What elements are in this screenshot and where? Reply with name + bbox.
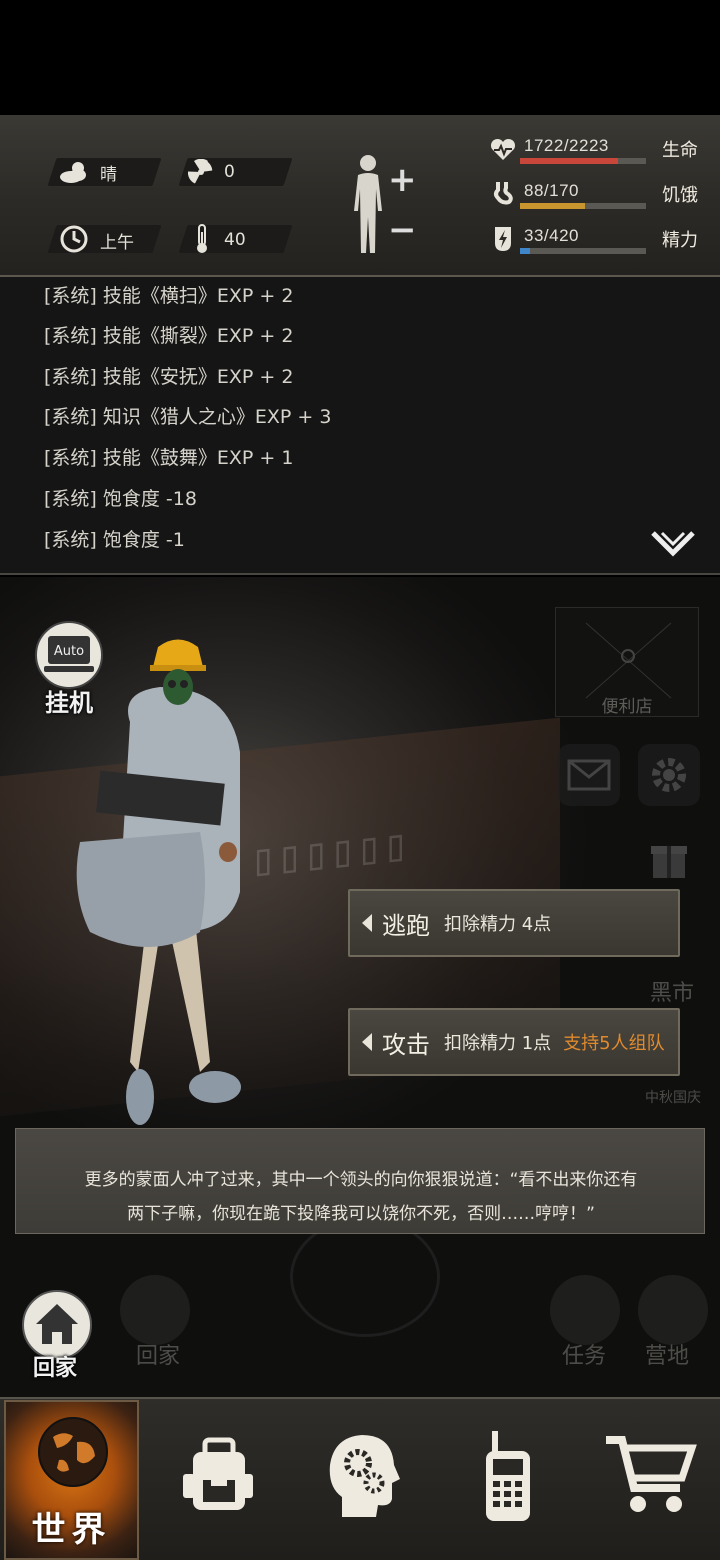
dialog-line-2: 两下子嘛，你现在跪下投降我可以饶你不死，否则……哼哼！” [127,1204,595,1224]
plus-icon[interactable]: + [388,163,417,197]
flee-action-button[interactable]: 逃跑 扣除精力 4点 [348,889,680,957]
hunger-bar [520,203,646,209]
log-line: [系统] 技能《鼓舞》EXP + 1 [44,447,294,469]
hunger-label: 饥饿 [662,185,698,206]
status-bar-area [0,0,720,115]
radiation-icon [186,157,216,187]
stomach-icon [488,179,518,209]
camp-label[interactable]: 营地 [645,1338,689,1370]
flee-action-name: 逃跑 [382,911,430,940]
left-arrow-icon [362,1033,372,1051]
minus-icon[interactable]: − [388,213,417,247]
task-label[interactable]: 任务 [562,1338,606,1370]
hunger-value: 88/170 [524,181,579,200]
log-line: [系统] 技能《安抚》EXP + 2 [44,366,294,388]
nav-world-label[interactable]: 世界 [4,1502,139,1551]
gear-icon[interactable] [638,744,700,806]
energy-icon [488,224,518,254]
energy-bar [520,248,646,254]
attack-action-button[interactable]: 攻击 扣除精力 1点 支持5人组队 [348,1008,680,1076]
mail-icon[interactable] [558,744,620,806]
skills-head-icon[interactable] [312,1420,412,1530]
auto-mode-button[interactable]: Auto [34,620,104,690]
clock-icon [58,223,90,255]
log-line: [系统] 饱食度 -18 [44,488,197,510]
task-button[interactable] [550,1275,620,1345]
attack-action-name: 攻击 [382,1030,430,1059]
festival-label[interactable]: 中秋国庆 [645,1087,701,1107]
black-market-label[interactable]: 黑市 [650,975,694,1007]
heart-icon [488,135,518,165]
health-value: 1722/2223 [524,136,609,155]
auto-icon-text: Auto [54,644,84,659]
location-label: 便利店 [601,697,653,717]
auto-mode-label[interactable]: 挂机 [34,683,104,718]
dialog-line-1: 更多的蒙面人冲了过来，其中一个领头的向你狠狠说道：“看不出来你还有 [84,1170,638,1190]
expand-log-chevron-icon[interactable] [650,529,696,559]
globe-icon [38,1417,108,1487]
energy-value: 33/420 [524,226,579,245]
temperature-value: 40 [224,230,246,250]
log-line: [系统] 知识《猎人之心》EXP + 3 [44,406,332,428]
radar-ring [290,1217,440,1337]
encounter-scene: ▯▯▯▯▯▯ 便利店 黑市 中秋国庆 [0,577,720,1397]
story-dialog: 更多的蒙面人冲了过来，其中一个领头的向你狠狠说道：“看不出来你还有 两下子嘛，你… [15,1128,705,1234]
home-label[interactable]: 回家 [33,1350,77,1382]
attack-team-note: 支持5人组队 [563,1033,665,1054]
camp-button[interactable] [638,1275,708,1345]
log-line: [系统] 技能《横扫》EXP + 2 [44,285,294,307]
energy-label: 精力 [662,230,698,251]
house-icon [36,1304,78,1344]
weather-sun-cloud-icon [58,157,90,187]
weather-value: 晴 [100,164,117,185]
health-label: 生命 [662,140,698,161]
flee-action-cost: 扣除精力 4点 [444,914,552,935]
message-log[interactable]: [系统] 技能《横扫》EXP + 2 [系统] 技能《撕裂》EXP + 2 [系… [0,277,720,575]
home-faint-label: 回家 [136,1344,181,1369]
home-faint-button [120,1275,190,1345]
radio-icon[interactable] [458,1420,558,1530]
body-status-figure-icon[interactable] [348,153,388,257]
thermometer-icon [190,223,214,255]
gift-icon[interactable] [638,827,700,889]
left-arrow-icon [362,914,372,932]
backpack-icon[interactable] [168,1420,268,1530]
log-line: [系统] 饱食度 -1 [44,529,185,551]
radiation-value: 0 [224,162,235,182]
log-line: [系统] 技能《撕裂》EXP + 2 [44,325,294,347]
cart-icon[interactable] [600,1420,700,1530]
attack-action-cost: 扣除精力 1点 [444,1033,552,1054]
time-value: 上午 [100,232,134,253]
health-bar [520,158,646,164]
